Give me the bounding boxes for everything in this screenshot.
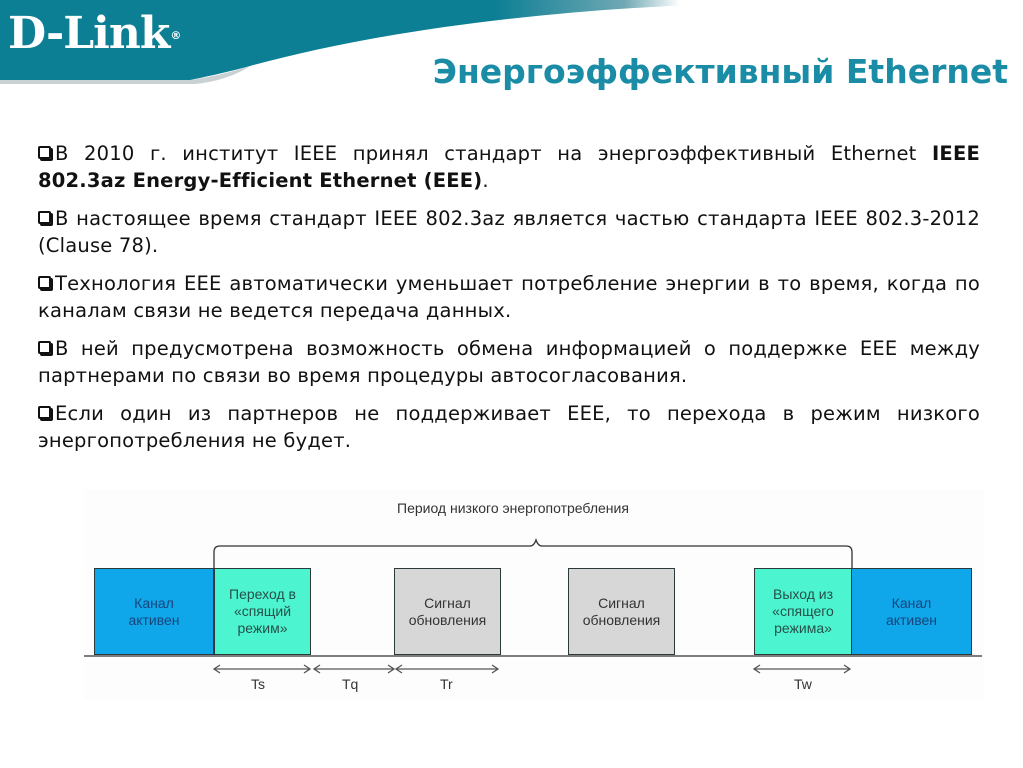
block-refresh-signal-2: Сигнал обновления xyxy=(568,568,675,655)
period-label: Период низкого энергопотребления xyxy=(397,500,629,516)
tw-arrow xyxy=(752,664,852,674)
bullet-item: В настоящее время стандарт IEEE 802.3az … xyxy=(38,207,980,257)
tr-arrow xyxy=(394,664,500,674)
bullet-list: В 2010 г. институт IEEE принял стандарт … xyxy=(38,140,980,465)
checkbox-bullet-icon xyxy=(38,211,51,224)
bullet-item: В 2010 г. институт IEEE принял стандарт … xyxy=(38,142,980,192)
page-title: Энергоэффективный Ethernet xyxy=(432,52,1008,91)
tq-arrow xyxy=(312,664,396,674)
ts-arrow xyxy=(212,664,312,674)
block-channel-active-left: Канал активен xyxy=(94,568,214,655)
period-brace xyxy=(213,537,853,568)
eee-timing-diagram: Период низкого энергопотребления Канал ак… xyxy=(84,490,984,700)
bullet-item: Технология EEE автоматически уменьшает п… xyxy=(38,272,980,322)
bullet-item: Если один из партнеров не поддерживает E… xyxy=(38,402,980,452)
block-sleep-enter: Переход в «спящий режим» xyxy=(214,568,311,655)
bullet-item: В ней предусмотрена возможность обмена и… xyxy=(38,337,980,387)
checkbox-bullet-icon xyxy=(38,276,51,289)
checkbox-bullet-icon xyxy=(38,341,51,354)
tw-label: Tw xyxy=(794,676,812,692)
block-refresh-signal-1: Сигнал обновления xyxy=(394,568,501,655)
tq-label: Tq xyxy=(342,676,359,692)
ts-label: Ts xyxy=(251,676,265,692)
dlink-logo: D-Link® xyxy=(8,8,181,59)
checkbox-bullet-icon xyxy=(38,406,51,419)
block-sleep-exit: Выход из «спящего режима» xyxy=(754,568,852,655)
block-channel-active-right: Канал активен xyxy=(851,568,972,655)
tr-label: Tr xyxy=(440,676,453,692)
checkbox-bullet-icon xyxy=(38,146,51,159)
